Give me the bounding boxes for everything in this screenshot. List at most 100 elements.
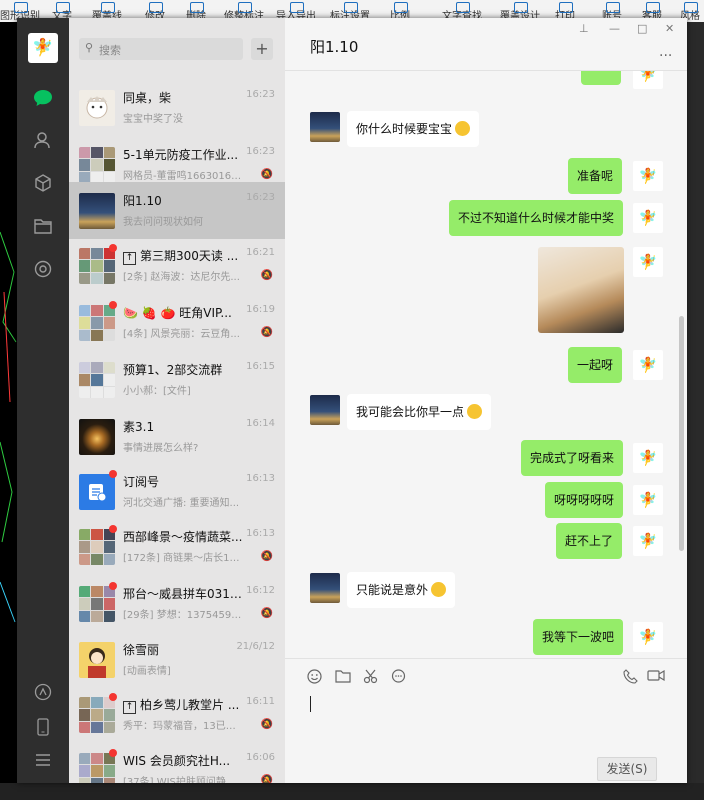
unread-dot <box>109 301 117 309</box>
my-avatar[interactable]: 🧚 <box>28 33 58 63</box>
chat-icon[interactable] <box>31 86 55 110</box>
mute-icon: 🔕 <box>260 169 273 180</box>
phone-icon[interactable] <box>623 669 638 688</box>
mini-programs-icon[interactable] <box>31 257 55 281</box>
message-bubble-out: 一起呀 <box>568 347 623 383</box>
conversation-name: 西部峰景～疫情蔬菜... <box>123 530 243 544</box>
list-item[interactable]: 同桌，柴 16:23 宝宝中奖了没 <box>69 79 285 136</box>
cat-photo[interactable] <box>538 247 624 333</box>
list-item[interactable]: 🍉 🍓 🍅 旺角VIP... 16:19 [4条] 风景亮丽：云豆角... 🔕 <box>69 294 285 351</box>
conversation-time: 16:14 <box>246 418 275 429</box>
conversation-preview: [172条] 商链果～店长19... <box>123 553 245 564</box>
message-bubble-out <box>581 71 621 85</box>
search-placeholder: 搜索 <box>99 44 121 57</box>
list-item[interactable]: 订阅号 16:13 河北交通广播: 重要通知... <box>69 463 285 520</box>
avatar <box>79 474 115 510</box>
list-item[interactable]: 徐雪丽 21/6/12 [动画表情] <box>69 631 285 688</box>
unread-dot <box>109 582 117 590</box>
unread-dot <box>109 749 117 757</box>
message-bubble-in: 你什么时候要宝宝 <box>347 111 480 147</box>
maximize-icon[interactable]: □ <box>637 22 647 35</box>
favorites-icon[interactable] <box>31 171 55 195</box>
avatar <box>79 753 115 783</box>
conversation-time: 16:23 <box>246 146 275 157</box>
unread-dot <box>109 470 117 478</box>
close-icon[interactable]: ✕ <box>665 22 674 35</box>
conversation-name: 同桌，柴 <box>123 91 172 105</box>
list-item[interactable]: ↑ 第三期300天读 ... 16:21 [2条] 赵海波：达尼尔先... 🔕 <box>69 237 285 294</box>
video-icon[interactable] <box>647 669 665 686</box>
avatar <box>79 362 115 398</box>
list-item[interactable]: 素3.1 16:14 事情进展怎么样? <box>69 408 285 465</box>
send-button[interactable]: 发送(S) <box>597 757 657 781</box>
conversation-time: 16:06 <box>246 752 275 763</box>
conversation-name: WIS 会员颜究社H... <box>123 754 231 768</box>
more-options-button[interactable]: ··· <box>659 48 672 64</box>
avatar <box>310 112 340 142</box>
conversation-time: 16:19 <box>246 304 275 315</box>
contacts-icon[interactable] <box>31 128 55 152</box>
conversation-preview: [2条] 赵海波：达尼尔先... <box>123 272 240 283</box>
chat-history-icon[interactable] <box>391 669 406 688</box>
conversation-name: 预算1、2部交流群 <box>123 363 223 377</box>
conversation-name: 徐雪丽 <box>123 643 160 657</box>
files-icon[interactable] <box>31 214 55 238</box>
message-bubble-in: 只能说是意外 <box>347 572 456 608</box>
conversation-name: 🍉 🍓 🍅 旺角VIP... <box>123 306 232 320</box>
list-item[interactable]: 预算1、2部交流群 16:15 小小郝：[文件] <box>69 351 285 408</box>
conversation-preview: 河北交通广播: 重要通知... <box>123 498 240 509</box>
conversation-name: ↑ 第三期300天读 ... <box>123 247 245 265</box>
avatar <box>310 395 340 425</box>
minimize-icon[interactable]: — <box>609 22 620 35</box>
avatar: 🧚 <box>633 526 663 556</box>
mute-icon: 🔕 <box>260 775 273 783</box>
phone-icon[interactable] <box>31 715 55 739</box>
message-bubble-out: 赶不上了 <box>556 523 623 559</box>
avatar <box>79 697 115 733</box>
wechat-window: 🧚 ⚲ 搜索 + 同桌，柴 16:23 宝宝中奖了没 5-1单元防疫工作业...… <box>17 18 687 783</box>
conversation-time: 16:23 <box>246 89 275 100</box>
chat-title: 阳1.10 <box>310 38 359 56</box>
conversation-preview: 宝宝中奖了没 <box>123 114 183 125</box>
mute-icon: 🔕 <box>260 327 273 338</box>
conversation-time: 16:13 <box>246 473 275 484</box>
background-bottom-edge <box>0 783 704 800</box>
list-item-active[interactable]: 阳1.10 16:23 我去问问现状如何 <box>69 182 285 239</box>
avatar: 🧚 <box>633 247 663 277</box>
list-item[interactable]: WIS 会员颜究社H... 16:06 [37条] WIS护肤顾问静琪... 🔕 <box>69 742 285 783</box>
conversation-preview: [29条] 梦想：13754592... <box>123 610 245 621</box>
search-input[interactable]: ⚲ 搜索 <box>79 38 243 60</box>
moments-icon[interactable] <box>31 680 55 704</box>
conversation-name: 订阅号 <box>123 475 160 489</box>
list-item[interactable]: ↑ 柏乡莺儿教堂片 ... 16:11 秀平：玛蒙福音，13已读... 🔕 <box>69 686 285 743</box>
avatar: 🧚 <box>633 161 663 191</box>
avatar <box>79 147 115 183</box>
avatar <box>79 90 115 126</box>
menu-icon[interactable] <box>31 748 55 772</box>
conversation-list: ⚲ 搜索 + 同桌，柴 16:23 宝宝中奖了没 5-1单元防疫工作业... 1… <box>69 18 285 783</box>
emoji-icon[interactable] <box>307 669 322 688</box>
avatar <box>310 573 340 603</box>
message-input[interactable] <box>310 696 311 712</box>
conversation-preview: [4条] 风景亮丽：云豆角... <box>123 329 240 340</box>
pin-icon[interactable]: ⊥ <box>579 22 589 35</box>
conversation-preview: 事情进展怎么样? <box>123 443 199 454</box>
scrollbar[interactable] <box>679 316 684 551</box>
add-chat-button[interactable]: + <box>251 38 273 60</box>
laugh-emoji-icon <box>431 582 447 597</box>
message-bubble-out: 不过不知道什么时候才能中奖 <box>449 200 624 236</box>
nav-rail: 🧚 <box>17 18 69 783</box>
laugh-emoji-icon <box>455 121 471 136</box>
list-item[interactable]: 西部峰景～疫情蔬菜... 16:13 [172条] 商链果～店长19... 🔕 <box>69 518 285 575</box>
search-icon: ⚲ <box>85 41 94 54</box>
chat-header: 阳1.10 ⊥ — □ ✕ ··· <box>285 18 687 71</box>
folder-icon[interactable] <box>335 669 351 687</box>
message-bubble-out: 我等下一波吧 <box>533 619 624 655</box>
unread-dot <box>109 693 117 701</box>
mute-icon: 🔕 <box>260 270 273 281</box>
avatar <box>79 193 115 229</box>
scissors-icon[interactable] <box>363 669 378 688</box>
pin-box-icon: ↑ <box>123 252 136 265</box>
conversation-time: 16:15 <box>246 361 275 372</box>
list-item[interactable]: 邢台～威县拼车0319... 16:12 [29条] 梦想：13754592..… <box>69 575 285 632</box>
